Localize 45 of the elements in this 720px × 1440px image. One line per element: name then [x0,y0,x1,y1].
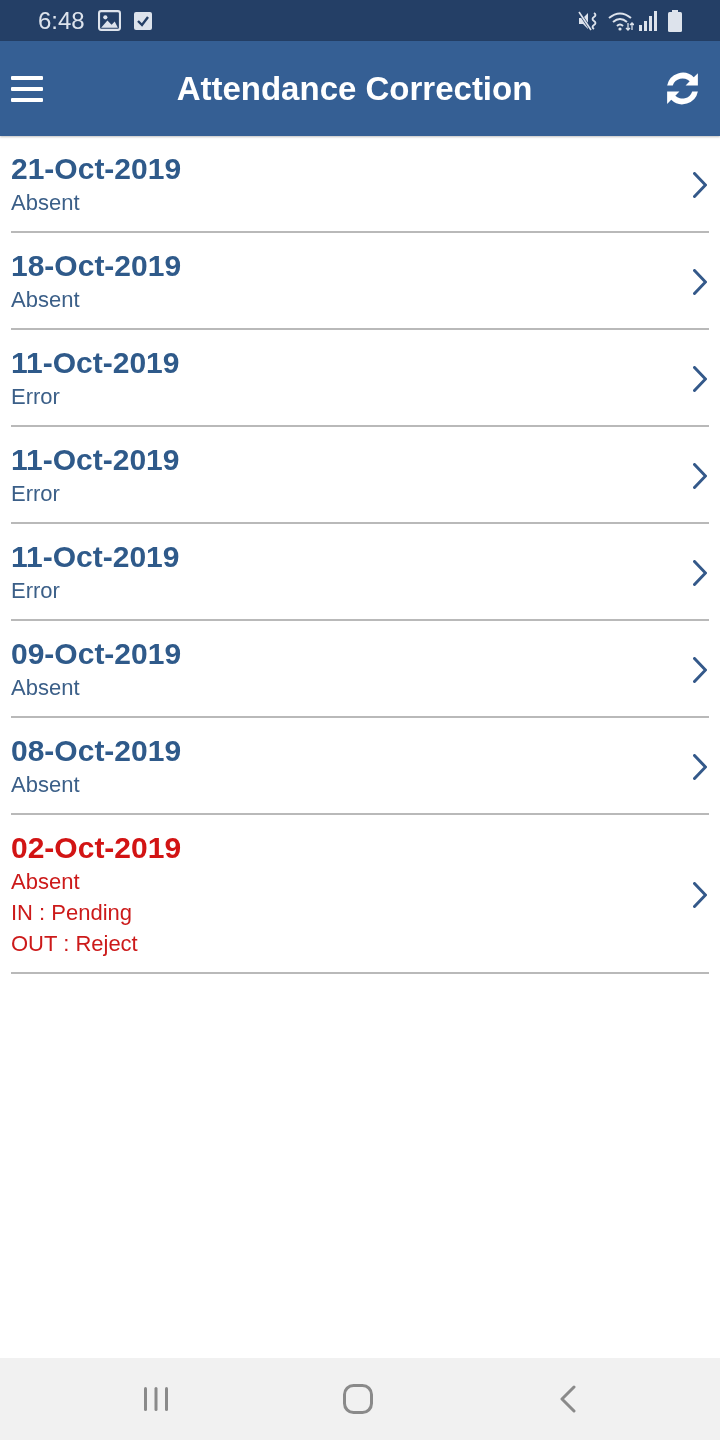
recent-apps-icon[interactable] [143,1386,169,1412]
record-status: Error [11,383,60,411]
chevron-right-icon [693,559,707,586]
menu-icon[interactable] [11,75,43,102]
record-date: 02-Oct-2019 [11,830,182,866]
chevron-right-icon [693,365,707,392]
chevron-right-icon [693,656,707,683]
chevron-right-icon [693,462,707,489]
attendance-list-item[interactable]: 11-Oct-2019 Error [11,427,709,524]
status-time: 6:48 [38,6,85,35]
home-icon[interactable] [343,1384,373,1414]
chevron-right-icon [693,753,707,780]
checkbox-icon [133,11,152,30]
record-date: 11-Oct-2019 [11,442,180,478]
chevron-right-icon [693,881,707,908]
record-status: Absent [11,868,80,896]
battery-icon [668,9,682,32]
record-status: Absent [11,771,80,799]
record-status: Error [11,480,60,508]
record-status: Error [11,577,60,605]
record-date: 11-Oct-2019 [11,345,180,381]
attendance-list-item[interactable]: 11-Oct-2019 Error [11,330,709,427]
attendance-list-item[interactable]: 21-Oct-2019 Absent [11,136,709,233]
record-detail: OUT : Reject [11,930,138,958]
attendance-list-item[interactable]: 08-Oct-2019 Absent [11,718,709,815]
record-status: Absent [11,286,80,314]
record-status: Absent [11,189,80,217]
attendance-list-item[interactable]: 02-Oct-2019 Absent IN : Pending OUT : Reject [11,815,709,974]
record-date: 21-Oct-2019 [11,151,182,187]
attendance-list-item[interactable]: 09-Oct-2019 Absent [11,621,709,718]
chevron-right-icon [693,171,707,198]
back-icon[interactable] [559,1385,577,1413]
record-date: 11-Oct-2019 [11,539,180,575]
attendance-list-item[interactable]: 18-Oct-2019 Absent [11,233,709,330]
record-status: Absent [11,674,80,702]
signal-icon [638,10,658,31]
record-date: 09-Oct-2019 [11,636,182,672]
screen-title: Attendance Correction [176,69,533,108]
wifi-icon [608,10,634,31]
record-date: 18-Oct-2019 [11,248,182,284]
record-detail: IN : Pending [11,899,133,927]
record-date: 08-Oct-2019 [11,733,182,769]
attendance-list-item[interactable]: 11-Oct-2019 Error [11,524,709,621]
chevron-right-icon [693,268,707,295]
image-icon [97,10,121,31]
